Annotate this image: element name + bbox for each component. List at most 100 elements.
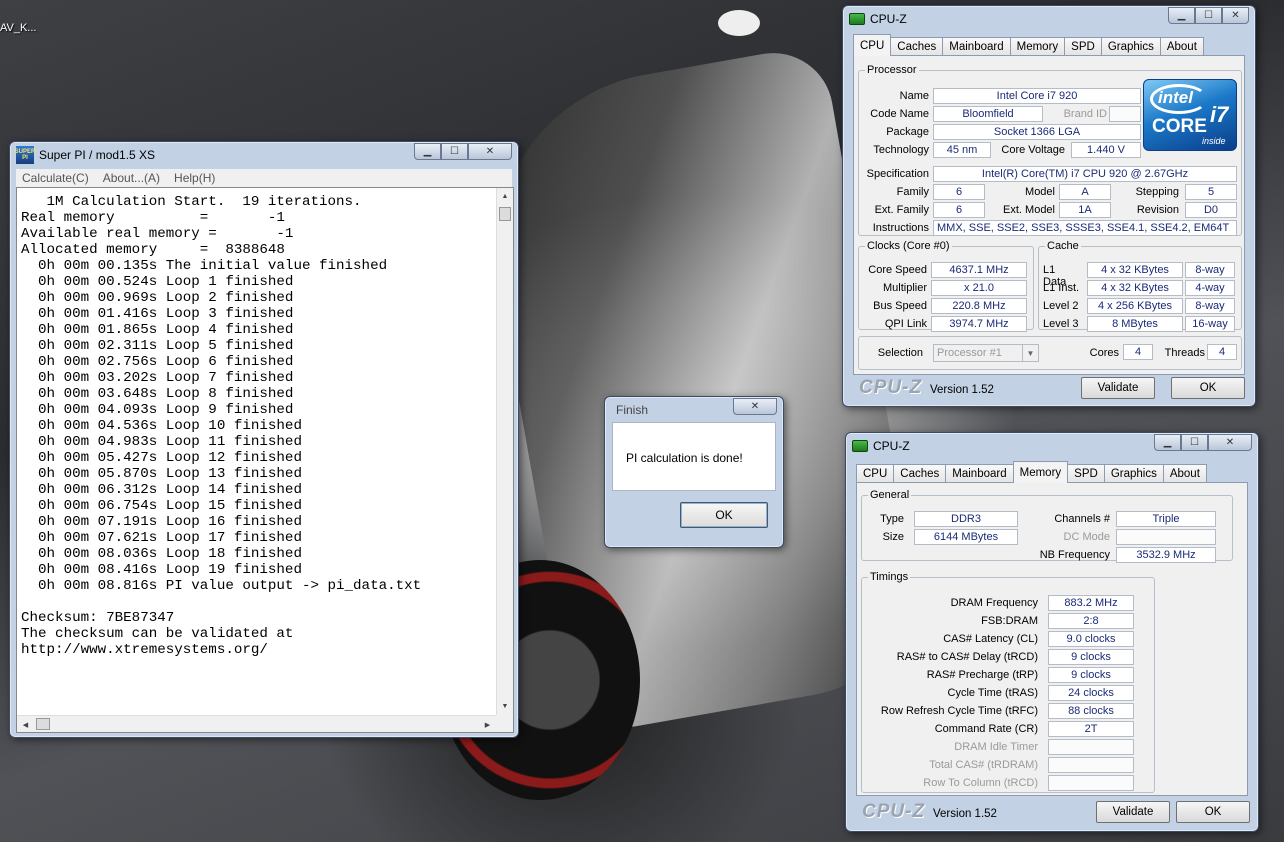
- validate-button[interactable]: Validate: [1081, 377, 1155, 399]
- tab-spd[interactable]: SPD: [1067, 464, 1105, 483]
- close-button[interactable]: ✕: [468, 143, 512, 160]
- channels-label: Channels #: [1054, 513, 1110, 525]
- voltage-label: Core Voltage: [1001, 144, 1065, 156]
- console-line: 0h 00m 06.754s Loop 15 finished: [21, 498, 302, 514]
- tab-mainboard[interactable]: Mainboard: [945, 464, 1014, 483]
- scroll-up-icon[interactable]: ▲: [497, 188, 513, 205]
- superpi-console[interactable]: 1M Calculation Start. 19 iterations. Real…: [16, 187, 514, 733]
- timings-legend: Timings: [870, 571, 909, 583]
- console-line: 0h 00m 03.648s Loop 8 finished: [21, 386, 294, 402]
- spec-label: Specification: [866, 168, 929, 180]
- family-label: Family: [896, 186, 929, 198]
- qpi-label: QPI Link: [884, 318, 927, 330]
- voltage-value: 1.440 V: [1071, 142, 1141, 158]
- horizontal-scrollbar[interactable]: ◀ ▶: [17, 715, 496, 732]
- vertical-scrollbar[interactable]: ▲ ▼: [496, 188, 513, 715]
- cache-row-way: 8-way: [1185, 298, 1235, 314]
- general-legend: General: [870, 489, 910, 501]
- tab-memory[interactable]: Memory: [1012, 461, 1069, 483]
- qpi-value: 3974.7 MHz: [931, 316, 1027, 332]
- processor-legend: Processor: [867, 64, 917, 76]
- console-line: 0h 00m 07.621s Loop 17 finished: [21, 530, 302, 546]
- tab-memory[interactable]: Memory: [1009, 37, 1066, 56]
- revision-value: D0: [1185, 202, 1237, 218]
- close-icon: ✕: [1231, 10, 1240, 21]
- tab-spd[interactable]: SPD: [1064, 37, 1102, 56]
- scroll-left-icon[interactable]: ◀: [17, 716, 34, 733]
- extmodel-label: Ext. Model: [1003, 204, 1055, 216]
- tab-graphics[interactable]: Graphics: [1103, 464, 1164, 483]
- scroll-down-icon[interactable]: ▼: [497, 698, 513, 715]
- cache-row-label: Level 3: [1043, 318, 1079, 330]
- technology-label: Technology: [873, 144, 929, 156]
- clocks-group: Clocks (Core #0) Core Speed 4637.1 MHz M…: [858, 240, 1034, 332]
- tab-caches[interactable]: Caches: [893, 464, 947, 483]
- timing-label: CAS# Latency (CL): [943, 633, 1038, 645]
- menu-about[interactable]: About...(A): [103, 171, 160, 185]
- close-icon: ✕: [1225, 437, 1235, 448]
- console-line: 0h 00m 03.202s Loop 7 finished: [21, 370, 294, 386]
- brandid-value: [1109, 106, 1141, 122]
- type-label: Type: [880, 513, 904, 525]
- timing-label: FSB:DRAM: [981, 615, 1038, 627]
- finish-close-button[interactable]: ✕: [733, 398, 777, 415]
- scroll-right-icon[interactable]: ▶: [479, 716, 496, 733]
- tab-about[interactable]: About: [1159, 37, 1204, 56]
- model-label: Model: [1025, 186, 1055, 198]
- console-line: 0h 00m 01.865s Loop 4 finished: [21, 322, 294, 338]
- processor-select[interactable]: Processor #1 ▼: [933, 344, 1039, 362]
- selection-label: Selection: [877, 347, 923, 359]
- tab-cpu[interactable]: CPU: [853, 34, 892, 56]
- intel-core-i7-logo: intel CORE i7 inside: [1143, 79, 1237, 151]
- dcmode-label: DC Mode: [1063, 531, 1110, 543]
- cpuz-cpu-footer: CPU-Z Version 1.52 Validate OK: [853, 377, 1245, 403]
- cache-row-size: 4 x 32 KBytes: [1087, 262, 1183, 278]
- tab-caches[interactable]: Caches: [890, 37, 944, 56]
- ok-button[interactable]: OK: [1176, 801, 1250, 823]
- brandid-label: Brand ID: [1063, 108, 1107, 120]
- timing-label: Cycle Time (tRAS): [947, 687, 1038, 699]
- validate-button[interactable]: Validate: [1096, 801, 1170, 823]
- minimize-button[interactable]: ▁: [414, 143, 441, 160]
- tab-about[interactable]: About: [1162, 464, 1207, 483]
- menu-calculate[interactable]: Calculate(C): [22, 171, 89, 185]
- minimize-icon: ▁: [1177, 10, 1186, 21]
- cpuz-cpu-window-controls: ▁ ☐ ✕: [1168, 7, 1249, 24]
- maximize-button[interactable]: ☐: [441, 143, 468, 160]
- tab-mainboard[interactable]: Mainboard: [942, 37, 1011, 56]
- instructions-value: MMX, SSE, SSE2, SSE3, SSSE3, SSE4.1, SSE…: [933, 220, 1237, 236]
- vertical-scroll-thumb[interactable]: [499, 207, 511, 221]
- size-value: 6144 MBytes: [914, 529, 1018, 545]
- name-label: Name: [899, 90, 929, 102]
- threads-value: 4: [1207, 344, 1237, 360]
- timing-value: 2:8: [1048, 613, 1134, 629]
- tab-cpu[interactable]: CPU: [856, 464, 895, 483]
- ok-button[interactable]: OK: [1171, 377, 1245, 399]
- close-button[interactable]: ✕: [1208, 434, 1252, 451]
- cpuz-memory-title: CPU-Z: [873, 439, 910, 453]
- codename-label: Code Name: [870, 108, 929, 120]
- type-value: DDR3: [914, 511, 1018, 527]
- cpuz-logo: CPU-Z: [862, 801, 926, 822]
- menu-help[interactable]: Help(H): [174, 171, 215, 185]
- cpuz-memory-window: CPU-Z ▁ ☐ ✕ CPU Caches Mainboard Memory …: [845, 432, 1259, 832]
- cache-row-label: L1 Inst.: [1043, 282, 1080, 294]
- size-label: Size: [882, 531, 904, 543]
- finish-title: Finish: [616, 403, 649, 417]
- cores-value: 4: [1123, 344, 1153, 360]
- tab-graphics[interactable]: Graphics: [1100, 37, 1161, 56]
- horizontal-scroll-thumb[interactable]: [36, 718, 50, 730]
- console-line: 0h 00m 05.870s Loop 13 finished: [21, 466, 302, 482]
- minimize-button[interactable]: ▁: [1168, 7, 1195, 24]
- console-line: 0h 00m 05.427s Loop 12 finished: [21, 450, 302, 466]
- maximize-button[interactable]: ☐: [1181, 434, 1208, 451]
- minimize-button[interactable]: ▁: [1154, 434, 1181, 451]
- cpuz-logo: CPU-Z: [859, 377, 923, 398]
- close-button[interactable]: ✕: [1222, 7, 1249, 24]
- desktop-icon-label[interactable]: AV_K...: [0, 22, 36, 34]
- finish-ok-button[interactable]: OK: [680, 502, 768, 528]
- maximize-button[interactable]: ☐: [1195, 7, 1222, 24]
- codename-value: Bloomfield: [933, 106, 1043, 122]
- timing-value: [1048, 757, 1134, 773]
- superpi-app-icon: SUPER PI: [15, 146, 35, 164]
